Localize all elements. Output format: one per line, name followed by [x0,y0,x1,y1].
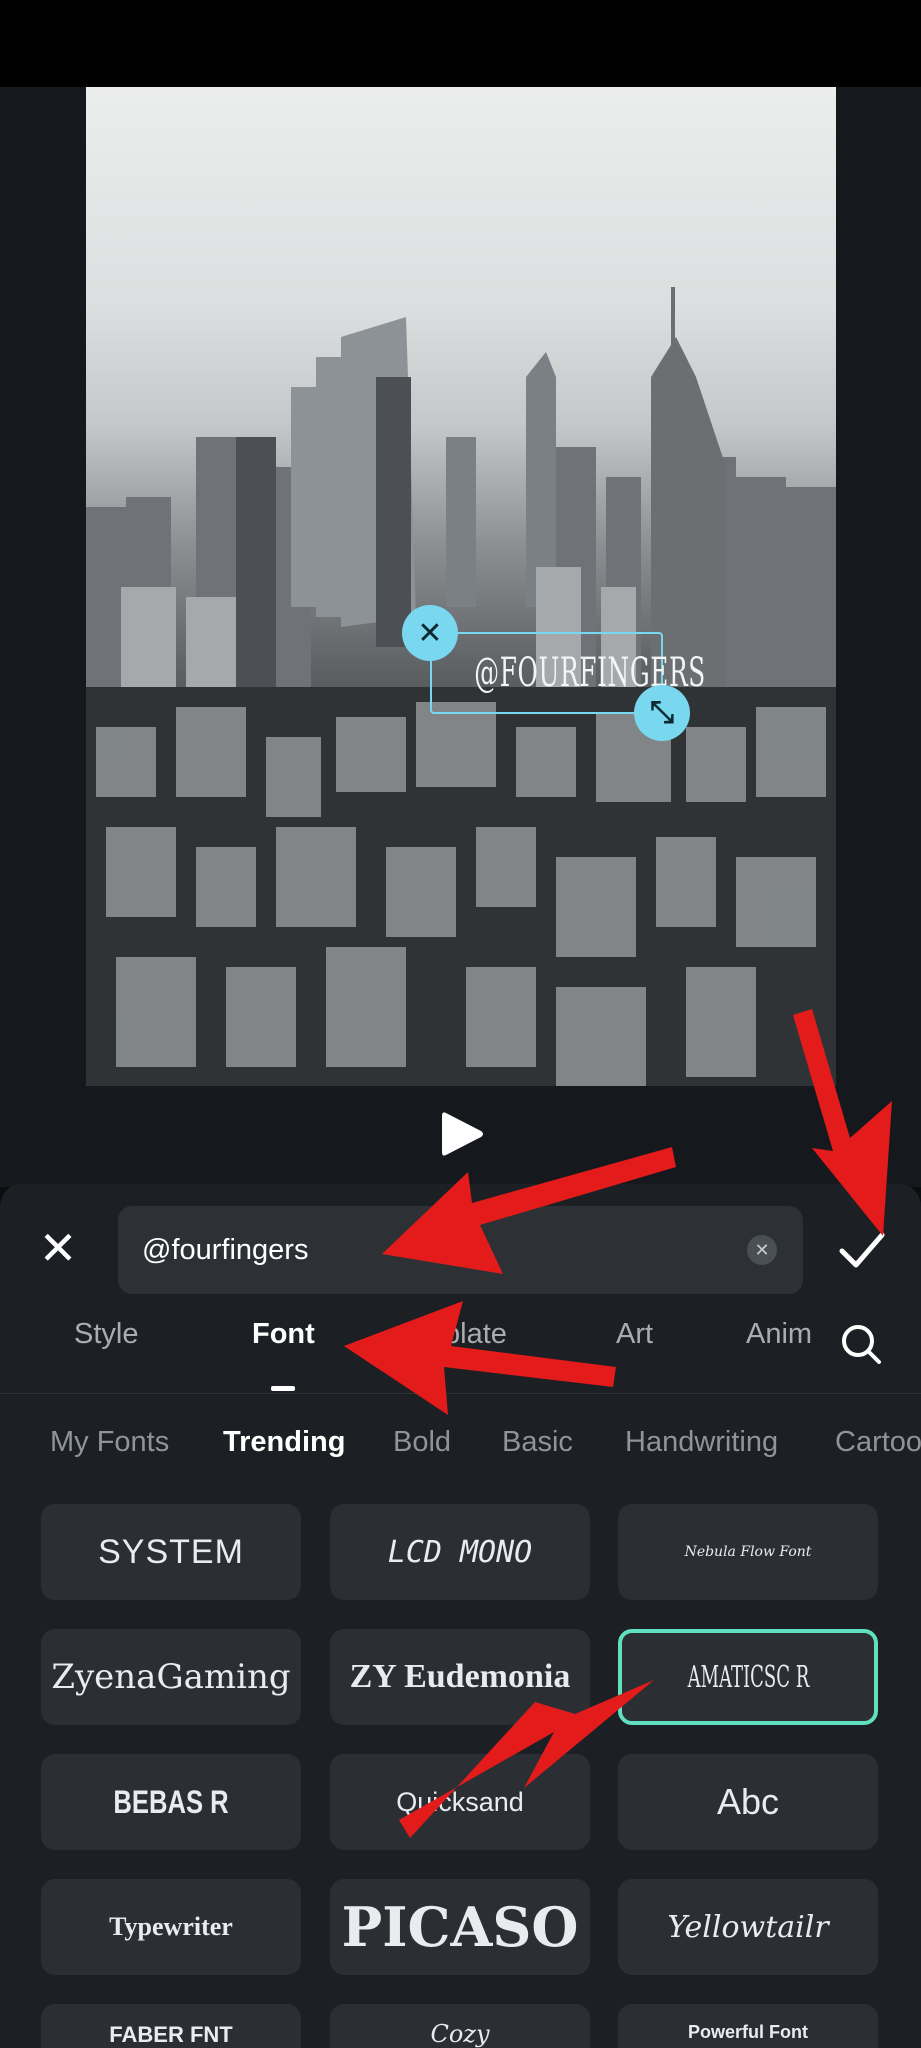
font-tile-system[interactable]: SYSTEM [41,1504,301,1600]
font-tile-picaso[interactable]: PICASO [330,1879,590,1975]
clear-text-icon[interactable]: ✕ [747,1235,777,1265]
font-tile-bebas[interactable]: BEBAS R [41,1754,301,1850]
confirm-check-icon[interactable] [836,1224,888,1276]
font-tile-powerful[interactable]: Powerful Font [618,2004,878,2048]
font-label: AMATICSC R [687,1659,809,1695]
active-tab-indicator [271,1386,295,1391]
font-label: SYSTEM [98,1532,244,1571]
delete-text-icon[interactable]: ✕ [402,605,458,661]
font-tile-zy-eudemonia[interactable]: ZY Eudemonia [330,1629,590,1725]
font-label: LCD MONO [387,1534,533,1570]
font-label: Quicksand [396,1786,524,1817]
font-label: Powerful Font [688,2022,808,2042]
font-tile-zyenagaming[interactable]: ZyenaGaming [41,1629,301,1725]
text-input-field[interactable]: @fourfingers ✕ [118,1206,803,1294]
city-skyline-image [86,287,836,1086]
text-overlay[interactable]: @FOURFINGERS [474,635,705,711]
category-trending[interactable]: Trending [223,1426,345,1459]
font-tile-abc[interactable]: Abc [618,1754,878,1850]
category-basic[interactable]: Basic [502,1426,573,1459]
photo-canvas[interactable]: @FOURFINGERS ✕ ⤡ [86,87,836,1086]
font-label: BEBAS R [113,1783,229,1820]
status-bar [0,0,921,87]
tabs-divider [0,1393,921,1394]
tab-template[interactable]: plate [444,1318,507,1351]
tab-font[interactable]: Font [252,1318,315,1351]
font-tile-lcd-mono[interactable]: LCD MONO [330,1504,590,1600]
font-tile-faber[interactable]: FABER FNT [41,2004,301,2048]
font-tile-amaticsc[interactable]: AMATICSC R [618,1629,878,1725]
font-label: Nebula Flow Font [684,1544,812,1560]
font-tile-cozy[interactable]: Cozy [330,2004,590,2048]
font-label: Typewriter [109,1912,233,1941]
close-button[interactable]: ✕ [36,1225,80,1271]
search-icon[interactable] [839,1322,883,1366]
font-label: Yellowtailr [667,1909,829,1945]
font-tile-nebula-flow[interactable]: Nebula Flow Font [618,1504,878,1600]
font-label: FABER FNT [109,2022,233,2047]
font-label: PICASO [341,1895,579,1959]
tab-art[interactable]: Art [616,1318,653,1351]
font-tile-typewriter[interactable]: Typewriter [41,1879,301,1975]
play-icon[interactable] [440,1110,484,1158]
font-label: Abc [716,1781,780,1822]
resize-rotate-icon[interactable]: ⤡ [634,685,690,741]
text-input-value[interactable]: @fourfingers [142,1206,308,1294]
tab-animation[interactable]: Anim [746,1318,812,1351]
category-my-fonts[interactable]: My Fonts [50,1426,169,1459]
category-cartoon[interactable]: Cartoo [835,1426,921,1459]
tab-style[interactable]: Style [74,1318,138,1351]
font-label: ZyenaGaming [51,1657,291,1697]
font-label: Cozy [430,2020,490,2048]
category-handwriting[interactable]: Handwriting [625,1426,778,1459]
font-tile-yellowtail[interactable]: Yellowtailr [618,1879,878,1975]
font-label: ZY Eudemonia [349,1658,571,1695]
font-tile-quicksand[interactable]: Quicksand [330,1754,590,1850]
category-bold[interactable]: Bold [393,1426,451,1459]
